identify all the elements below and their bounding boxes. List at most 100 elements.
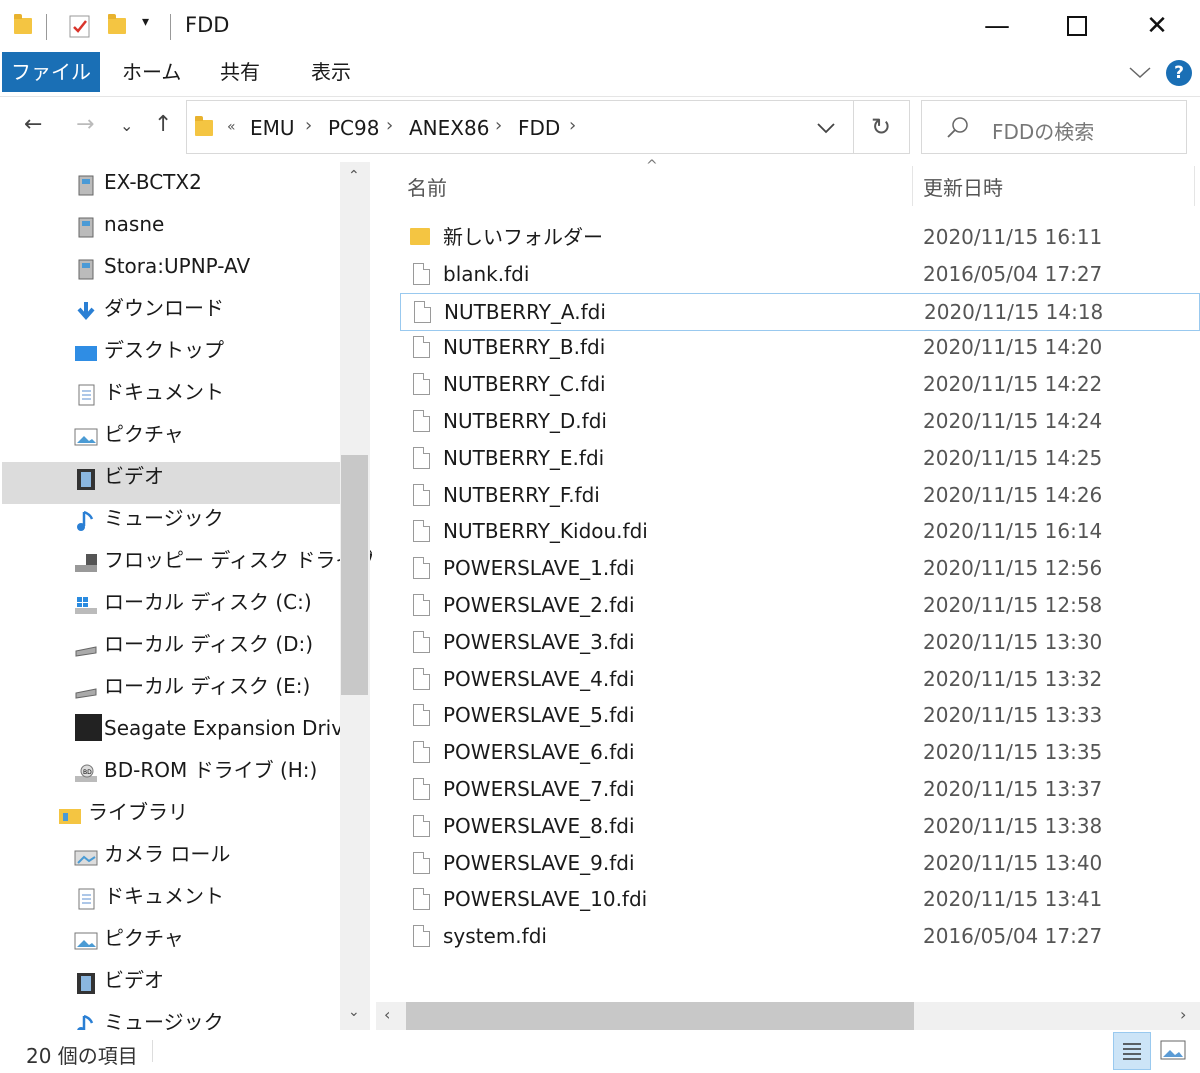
maximize-button[interactable] [1037, 0, 1117, 52]
refresh-icon[interactable]: ↻ [871, 113, 891, 141]
file-row[interactable]: NUTBERRY_E.fdi 2020/11/15 14:25 [400, 440, 1200, 476]
file-row[interactable]: 新しいフォルダー 2020/11/15 16:11 [400, 219, 1200, 255]
nav-item-9[interactable]: フロッピー ディスク ドライブ (A:) [0, 540, 372, 580]
nav-item-15[interactable]: ライブラリ [0, 792, 340, 832]
close-button[interactable]: ✕ [1117, 0, 1197, 52]
file-row[interactable]: POWERSLAVE_5.fdi 2020/11/15 13:33 [400, 697, 1200, 733]
nav-item-13[interactable]: Seagate Expansion Drive [0, 708, 355, 748]
horizontal-scrollbar-thumb[interactable] [406, 1002, 914, 1030]
file-row[interactable]: NUTBERRY_B.fdi 2020/11/15 14:20 [400, 329, 1200, 365]
file-icon [414, 300, 431, 323]
chevron-right-icon[interactable]: › [305, 115, 312, 136]
file-row[interactable]: POWERSLAVE_6.fdi 2020/11/15 13:35 [400, 734, 1200, 770]
nav-item-label: ビデオ [104, 464, 164, 488]
column-divider[interactable] [1194, 166, 1195, 206]
nav-item-16[interactable]: カメラ ロール [0, 834, 340, 874]
crumb-fdd[interactable]: FDD [518, 116, 560, 140]
divider [46, 14, 47, 40]
overflow-crumb[interactable]: « [227, 119, 236, 135]
nav-item-4[interactable]: デスクトップ [0, 330, 340, 370]
address-bar[interactable]: « EMU › PC98 › ANEX86 › FDD › ↻ [186, 100, 910, 154]
nav-item-3[interactable]: ダウンロード [0, 288, 340, 328]
scroll-down-icon[interactable]: ⌄ [348, 1004, 360, 1020]
search-input[interactable]: FDDの検索 [992, 116, 1094, 145]
file-row[interactable]: POWERSLAVE_4.fdi 2020/11/15 13:32 [400, 661, 1200, 697]
drive-icon [74, 632, 98, 657]
quick-access-dropdown-icon[interactable]: ▾ [142, 14, 149, 30]
nav-item-1[interactable]: nasne [0, 204, 340, 244]
nav-item-14[interactable]: BD BD-ROM ドライブ (H:) [0, 750, 340, 790]
scroll-left-icon[interactable]: ‹ [384, 1005, 390, 1024]
file-row[interactable]: POWERSLAVE_3.fdi 2020/11/15 13:30 [400, 624, 1200, 660]
file-date: 2016/05/04 17:27 [923, 924, 1103, 949]
file-icon [413, 741, 430, 764]
close-icon: ✕ [1146, 11, 1168, 41]
chevron-right-icon[interactable]: › [386, 115, 393, 136]
back-button[interactable]: ← [24, 112, 42, 137]
tab-view[interactable]: 表示 [301, 52, 361, 92]
file-name: POWERSLAVE_10.fdi [443, 887, 648, 912]
crumb-pc98[interactable]: PC98 [328, 116, 379, 140]
nav-item-label: ローカル ディスク (E:) [104, 674, 311, 698]
nav-item-19[interactable]: ビデオ [0, 960, 340, 1000]
large-icons-view-button[interactable] [1155, 1032, 1193, 1070]
file-row[interactable]: system.fdi 2016/05/04 17:27 [400, 918, 1200, 954]
file-name: NUTBERRY_C.fdi [443, 372, 606, 397]
file-row[interactable]: POWERSLAVE_1.fdi 2020/11/15 12:56 [400, 550, 1200, 586]
file-name: POWERSLAVE_3.fdi [443, 629, 635, 654]
nav-item-20[interactable]: ミュージック [0, 1002, 340, 1030]
network-device-icon [74, 212, 98, 238]
nav-item-6[interactable]: ピクチャ [0, 414, 340, 454]
file-row[interactable]: blank.fdi 2016/05/04 17:27 [400, 256, 1200, 292]
column-divider[interactable] [912, 166, 913, 206]
file-row[interactable]: POWERSLAVE_9.fdi 2020/11/15 13:40 [400, 845, 1200, 881]
external-drive-icon [74, 713, 102, 741]
tab-home[interactable]: ホーム [112, 52, 191, 92]
address-history-dropdown-icon[interactable] [816, 121, 836, 135]
crumb-emu[interactable]: EMU [250, 116, 295, 140]
file-date: 2020/11/15 13:37 [923, 777, 1103, 801]
nav-item-17[interactable]: ドキュメント [0, 876, 340, 916]
chevron-right-icon[interactable]: › [569, 115, 576, 136]
file-row[interactable]: NUTBERRY_Kidou.fdi 2020/11/15 16:14 [400, 513, 1200, 549]
file-row[interactable]: POWERSLAVE_8.fdi 2020/11/15 13:38 [400, 808, 1200, 844]
nav-item-12[interactable]: ローカル ディスク (E:) [0, 666, 340, 706]
nav-item-18[interactable]: ピクチャ [0, 918, 340, 958]
file-row[interactable]: POWERSLAVE_10.fdi 2020/11/15 13:41 [400, 881, 1200, 917]
nav-item-2[interactable]: Stora:UPNP-AV [0, 246, 340, 286]
nav-item-8[interactable]: ミュージック [0, 498, 340, 538]
scroll-up-icon[interactable]: ⌃ [348, 168, 360, 184]
nav-item-7[interactable]: ビデオ [0, 456, 340, 496]
nav-scrollbar-thumb[interactable] [341, 455, 368, 695]
tab-file[interactable]: ファイル [2, 52, 100, 92]
tab-share[interactable]: 共有 [210, 52, 270, 92]
crumb-anex86[interactable]: ANEX86 [409, 116, 489, 140]
file-row[interactable]: NUTBERRY_D.fdi 2020/11/15 14:24 [400, 403, 1200, 439]
details-view-button[interactable] [1113, 1032, 1151, 1070]
file-row[interactable]: POWERSLAVE_2.fdi 2020/11/15 12:58 [400, 587, 1200, 623]
help-icon[interactable]: ? [1166, 60, 1192, 86]
column-date[interactable]: 更新日時 [923, 172, 1003, 201]
expand-ribbon-icon[interactable] [1128, 64, 1152, 80]
nav-item-5[interactable]: ドキュメント [0, 372, 340, 412]
file-row[interactable]: POWERSLAVE_7.fdi 2020/11/15 13:37 [400, 771, 1200, 807]
search-box[interactable]: FDDの検索 [921, 100, 1187, 154]
new-folder-icon[interactable] [108, 14, 126, 34]
properties-icon[interactable] [68, 13, 92, 39]
divider [853, 101, 854, 153]
file-name: POWERSLAVE_7.fdi [443, 777, 635, 801]
file-row[interactable]: NUTBERRY_F.fdi 2020/11/15 14:26 [400, 477, 1200, 513]
file-row[interactable]: NUTBERRY_A.fdi 2020/11/15 14:18 [400, 292, 1200, 331]
nav-item-0[interactable]: EX-BCTX2 [0, 162, 340, 202]
nav-item-10[interactable]: ローカル ディスク (C:) [0, 582, 340, 622]
forward-button[interactable]: → [76, 112, 94, 137]
file-row[interactable]: NUTBERRY_C.fdi 2020/11/15 14:22 [400, 366, 1200, 402]
document-icon [74, 380, 98, 406]
chevron-right-icon[interactable]: › [495, 115, 502, 136]
recent-locations-button[interactable]: ⌄ [120, 116, 133, 135]
up-button[interactable]: ↑ [154, 112, 172, 137]
nav-item-11[interactable]: ローカル ディスク (D:) [0, 624, 340, 664]
column-name[interactable]: 名前 [407, 172, 447, 201]
scroll-right-icon[interactable]: › [1180, 1005, 1186, 1024]
minimize-button[interactable]: — [957, 0, 1037, 52]
